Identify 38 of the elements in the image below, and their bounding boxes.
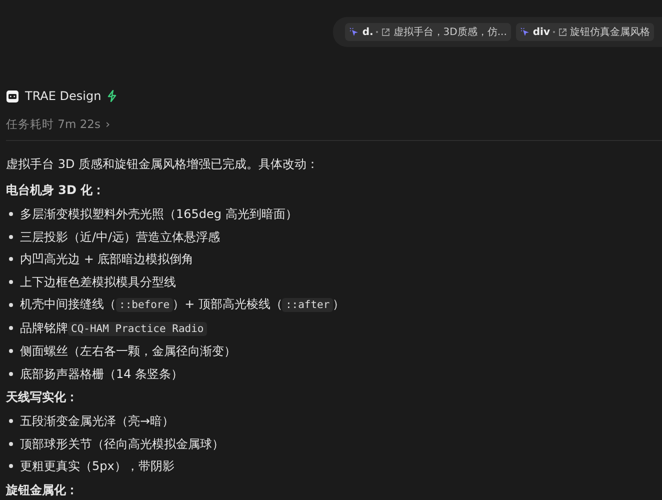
- section-heading: 旋钮金属化：: [6, 482, 79, 498]
- list-item-text: 多层渐变模拟塑料外壳光照（165deg 高光到暗面）: [20, 206, 298, 223]
- separator-dot: [553, 31, 555, 33]
- agent-name: TRAE Design: [25, 89, 102, 103]
- bullet-dot: [9, 326, 13, 330]
- bullet-dot: [9, 349, 13, 354]
- cursor-icon: [520, 27, 530, 37]
- bullet-dot: [9, 302, 13, 307]
- bullet-dot: [9, 464, 13, 468]
- list-item-text: 五段渐变金属光泽（亮→暗）: [20, 413, 174, 430]
- list-item-text: 品牌铭牌 CQ-HAM Practice Radio: [20, 316, 207, 340]
- bullet-dot: [9, 419, 13, 424]
- list-item-text: 顶部球形关节（径向高光模拟金属球）: [20, 436, 224, 452]
- separator-dot: [376, 31, 378, 33]
- link-icon: [381, 28, 390, 36]
- summary-text: 虚拟手台 3D 质感和旋钮金属风格增强已完成。具体改动：: [6, 156, 320, 173]
- list-item-text: 机壳中间接缝线（ ::before ）+ 顶部高光棱线（ ::after ）: [20, 296, 345, 314]
- lightning-icon: [107, 90, 118, 102]
- logo-icon: [6, 90, 19, 102]
- bullet-dot: [9, 212, 13, 216]
- section-heading: 天线写实化：: [6, 389, 79, 406]
- list-item-text: 三层投影（近/中/远）营造立体悬浮感: [20, 228, 220, 246]
- list-item-text: 更粗更真实（5px），带阴影: [20, 458, 174, 475]
- list-item-text: 上下边框色差模拟模具分型线: [20, 274, 176, 290]
- bullet-dot: [9, 257, 13, 262]
- list-item-text: 内凹高光边 + 底部暗边模拟倒角: [20, 251, 194, 268]
- context-chip[interactable]: div 旋钮仿真金属风格: [516, 23, 654, 41]
- link-icon: [558, 28, 567, 36]
- bullet-dot: [9, 372, 13, 376]
- context-chip[interactable]: d. 虚拟手台，3D质感，仿...: [345, 23, 511, 41]
- cursor-icon: [349, 27, 360, 37]
- list-item-text: 侧面螺丝（左右各一颗，金属径向渐变）: [20, 343, 236, 360]
- task-duration[interactable]: 任务耗时 7m 22s ›: [0, 103, 662, 132]
- bullet-dot: [9, 280, 13, 284]
- list-item-text: 底部扬声器格栅（14 条竖条）: [20, 366, 184, 382]
- section-heading: 电台机身 3D 化：: [6, 182, 106, 199]
- bullet-dot: [9, 442, 13, 446]
- bullet-dot: [9, 234, 13, 239]
